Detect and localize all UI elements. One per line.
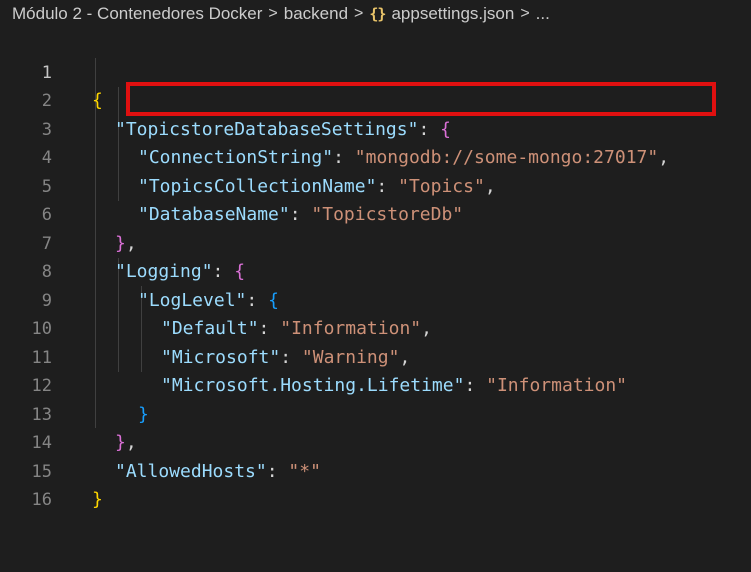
breadcrumb-symbol[interactable]: ... (536, 4, 550, 24)
line-content: } (92, 489, 103, 510)
chevron-right-icon: > (520, 5, 530, 22)
code-line[interactable]: 13 }, (0, 372, 751, 454)
code-line[interactable]: 5 "DatabaseName": "TopicstoreDb" (0, 144, 751, 226)
chevron-right-icon: > (354, 5, 364, 22)
code-line[interactable]: 11 "Microsoft.Hosting.Lifetime": "Inform… (0, 315, 751, 397)
chevron-right-icon: > (268, 5, 278, 22)
code-line[interactable]: 12 } (0, 344, 751, 425)
breadcrumb-folder[interactable]: Módulo 2 - Contenedores Docker (12, 4, 262, 24)
code-line[interactable]: 6 }, (0, 173, 751, 254)
connection-string-highlight-box (126, 82, 716, 116)
breadcrumb-subfolder[interactable]: backend (284, 4, 348, 24)
code-line[interactable]: 7 "Logging": { (0, 201, 751, 283)
code-line[interactable]: 8 "LogLevel": { (0, 230, 751, 311)
code-line[interactable]: 15 } (0, 429, 751, 511)
code-line[interactable]: 9 "Default": "Information", (0, 258, 751, 340)
line-number: 16 (31, 490, 52, 510)
breadcrumb-file[interactable]: appsettings.json (391, 4, 514, 24)
code-line[interactable]: 14 "AllowedHosts": "*" (0, 401, 751, 482)
code-line[interactable]: 16 (0, 458, 751, 510)
code-line[interactable]: 4 "TopicsCollectionName": "Topics", (0, 116, 751, 197)
code-line[interactable]: 10 "Microsoft": "Warning", (0, 287, 751, 368)
json-file-icon: {} (369, 5, 386, 23)
code-line[interactable]: 1 { (0, 30, 751, 112)
breadcrumb: Módulo 2 - Contenedores Docker > backend… (0, 0, 751, 28)
